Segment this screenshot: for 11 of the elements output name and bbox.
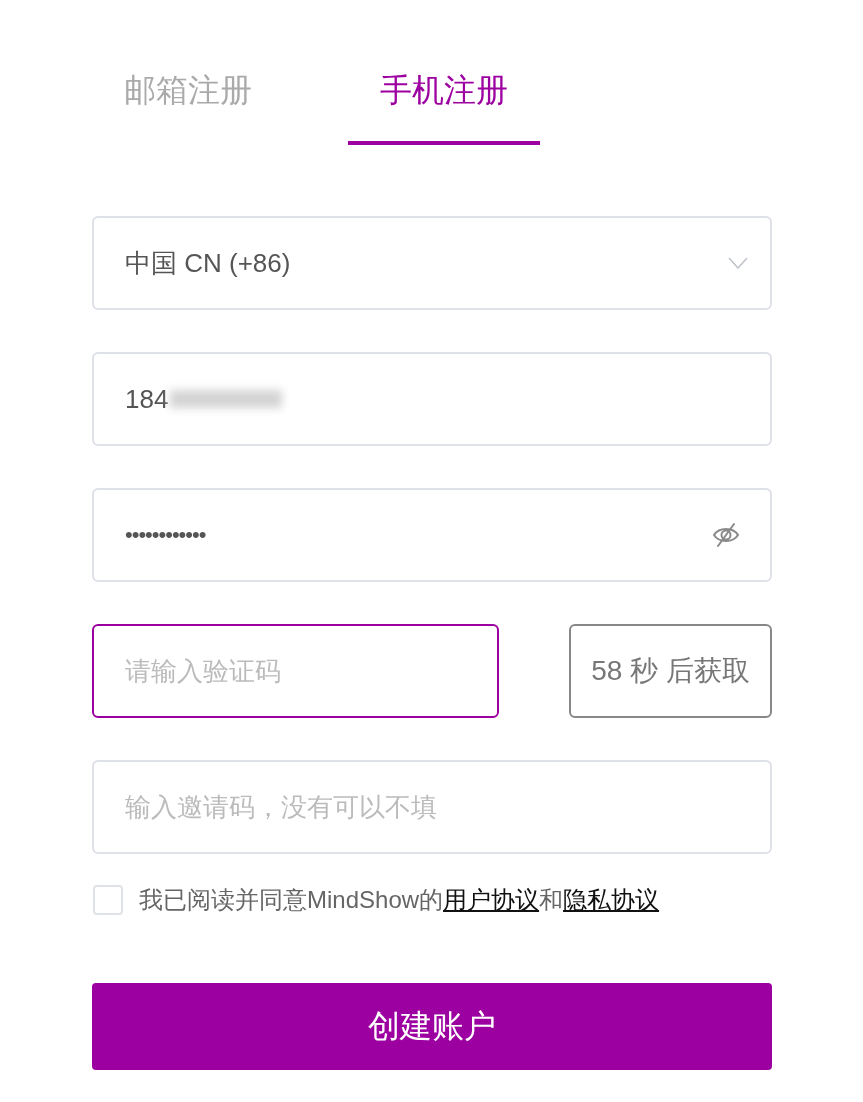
chevron-down-icon: [728, 257, 748, 269]
agreement-checkbox[interactable]: [93, 885, 123, 915]
agreement-link[interactable]: 用户协议: [443, 886, 540, 913]
password-input-field[interactable]: ••••••••••••: [92, 488, 772, 582]
phone-input-field[interactable]: 184: [92, 352, 772, 446]
agreement-link[interactable]: 隐私协议: [563, 886, 660, 913]
country-select[interactable]: 中国 CN (+86): [92, 216, 772, 310]
eye-slash-icon[interactable]: [712, 522, 740, 548]
agreement-text: 我已阅读并同意MindShow的用户协议和隐私协议: [139, 885, 660, 915]
create-account-button[interactable]: 创建账户: [92, 983, 772, 1070]
tab[interactable]: 手机注册: [348, 40, 540, 145]
